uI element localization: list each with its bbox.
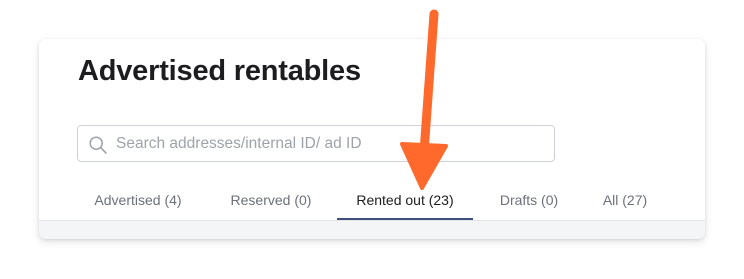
tab-reserved[interactable]: Reserved (0) bbox=[207, 179, 335, 220]
card-footer-strip bbox=[39, 220, 705, 239]
search-box[interactable] bbox=[77, 125, 555, 162]
tab-drafts[interactable]: Drafts (0) bbox=[479, 179, 579, 220]
status-tabs: Advertised (4) Reserved (0) Rented out (… bbox=[39, 179, 705, 220]
tab-rented-out[interactable]: Rented out (23) bbox=[337, 179, 473, 220]
tab-advertised[interactable]: Advertised (4) bbox=[77, 179, 199, 220]
screenshot-stage: Advertised rentables Advertised (4) Rese… bbox=[0, 0, 744, 279]
rentables-card: Advertised rentables Advertised (4) Rese… bbox=[39, 39, 705, 239]
tab-all[interactable]: All (27) bbox=[587, 179, 663, 220]
search-input[interactable] bbox=[116, 126, 546, 161]
search-icon bbox=[88, 135, 108, 155]
page-title: Advertised rentables bbox=[78, 55, 361, 87]
